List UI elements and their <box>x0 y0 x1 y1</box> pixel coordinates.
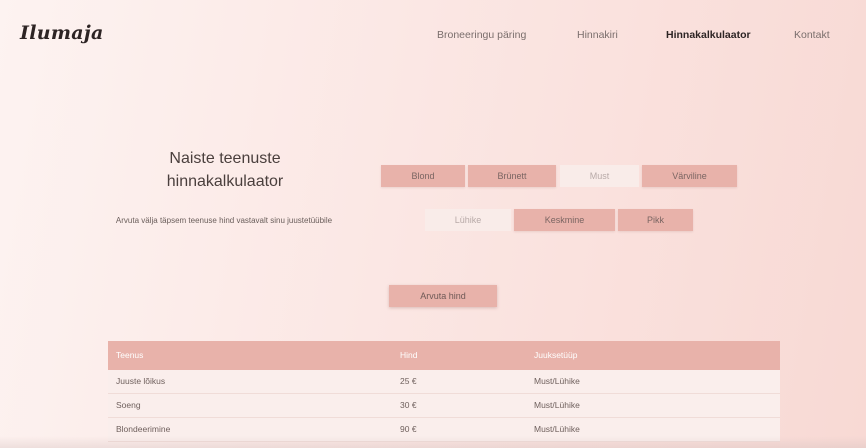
table-header-row: Teenus Hind Juuksetüüp <box>108 341 780 370</box>
hair-length-long-button[interactable]: Pikk <box>618 209 693 231</box>
price-cell: 30 € <box>400 400 417 410</box>
service-cell: Soeng <box>116 400 141 410</box>
price-cell: 25 € <box>400 376 417 386</box>
column-header-hair-type: Juuksetüüp <box>534 350 578 360</box>
page-subtitle: Arvuta välja täpsem teenuse hind vastava… <box>115 216 333 225</box>
page-title: Naiste teenuste hinnakalkulaator <box>166 150 284 190</box>
hair-length-medium-button[interactable]: Keskmine <box>514 209 615 231</box>
logo[interactable]: Ilumaja <box>20 22 104 44</box>
hair-type-cell: Must/Lühike <box>534 376 580 386</box>
hair-color-blond-button[interactable]: Blond <box>381 165 465 187</box>
nav-link-calculator[interactable]: Hinnakalkulaator <box>666 29 751 41</box>
hair-type-cell: Must/Lühike <box>534 400 580 410</box>
table-row: Soeng 30 € Must/Lühike <box>108 394 780 418</box>
service-cell: Juuste lõikus <box>116 376 166 386</box>
table-row: Juuste lõikus 25 € Must/Lühike <box>108 370 780 394</box>
hair-color-black-button[interactable]: Must <box>560 165 639 187</box>
hair-length-short-button[interactable]: Lühike <box>425 209 511 231</box>
nav-link-contact[interactable]: Kontakt <box>794 29 830 41</box>
calculate-price-button[interactable]: Arvuta hind <box>389 285 497 307</box>
hair-color-brunette-button[interactable]: Brünett <box>468 165 556 187</box>
nav-link-pricelist[interactable]: Hinnakiri <box>577 29 618 41</box>
nav-link-booking[interactable]: Broneeringu päring <box>437 29 526 41</box>
column-header-price: Hind <box>400 350 418 360</box>
price-table: Teenus Hind Juuksetüüp Juuste lõikus 25 … <box>108 341 780 442</box>
column-header-service: Teenus <box>116 350 144 360</box>
hair-color-colored-button[interactable]: Värviline <box>642 165 737 187</box>
bottom-shadow <box>0 436 866 448</box>
